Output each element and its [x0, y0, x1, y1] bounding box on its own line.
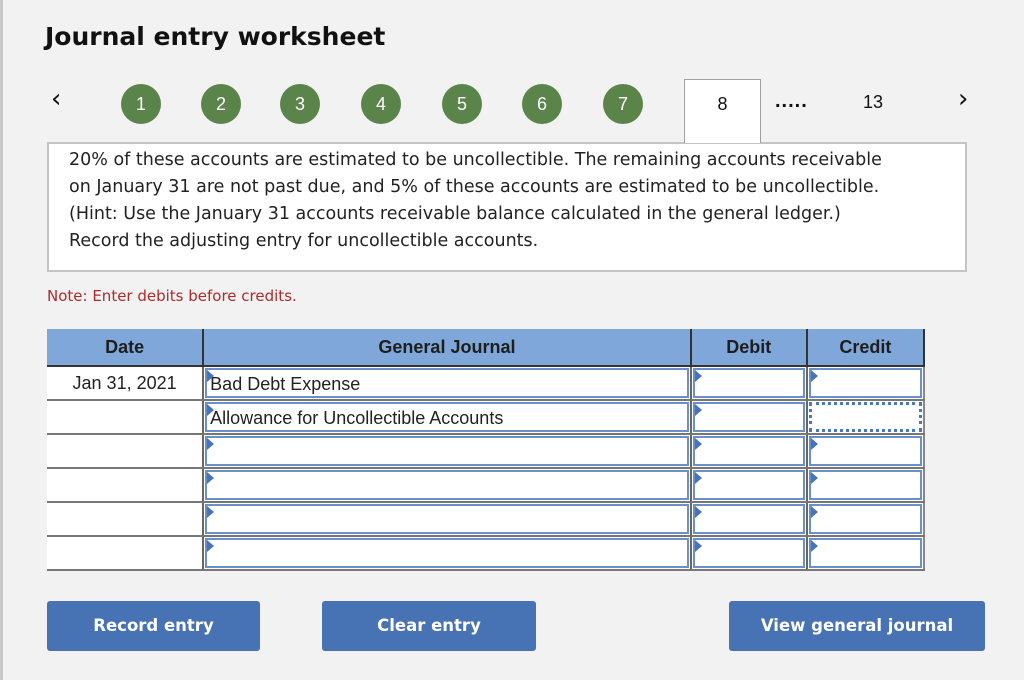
step-5-button[interactable]: 5 — [442, 84, 482, 124]
dropdown-indicator-icon — [207, 506, 215, 518]
account-cell — [203, 434, 692, 469]
record-entry-button[interactable]: Record entry — [47, 601, 260, 651]
debit-cell — [690, 502, 808, 537]
journal-entry-table: Date General Journal Debit Credit Jan 31… — [47, 329, 926, 571]
credit-input[interactable] — [808, 368, 922, 398]
account-input[interactable] — [205, 504, 689, 534]
step-3-button[interactable]: 3 — [280, 84, 320, 124]
account-input[interactable] — [205, 436, 689, 466]
debit-column-header: Debit — [690, 329, 808, 367]
debit-cell — [690, 468, 808, 503]
debit-input[interactable] — [692, 470, 805, 500]
date-cell — [47, 434, 205, 469]
step-6-button[interactable]: 6 — [522, 84, 562, 124]
table-row — [47, 468, 926, 503]
table-header-row: Date General Journal Debit Credit — [47, 329, 926, 367]
table-row — [47, 536, 926, 571]
account-cell — [203, 502, 692, 537]
account-cell — [203, 468, 692, 503]
debit-cell — [690, 434, 808, 469]
dropdown-indicator-icon — [207, 540, 215, 552]
account-input[interactable]: Bad Debt Expense — [205, 368, 689, 398]
table-row — [47, 434, 926, 469]
step-2-button[interactable]: 2 — [201, 84, 241, 124]
general-journal-column-header: General Journal — [203, 329, 692, 367]
debit-input[interactable] — [692, 402, 805, 432]
debit-input[interactable] — [692, 538, 805, 568]
account-input[interactable] — [205, 470, 689, 500]
account-cell: Allowance for Uncollectible Accounts — [203, 400, 692, 435]
dropdown-indicator-icon — [810, 472, 818, 484]
credit-cell — [806, 366, 926, 401]
account-cell: Bad Debt Expense — [203, 366, 692, 401]
table-row — [47, 502, 926, 537]
question-panel[interactable]: 20% of these accounts are estimated to b… — [47, 142, 967, 272]
step-4-button[interactable]: 4 — [361, 84, 401, 124]
step-1-button[interactable]: 1 — [121, 84, 161, 124]
dropdown-indicator-icon — [694, 438, 702, 450]
dropdown-indicator-icon — [810, 438, 818, 450]
step-7-button[interactable]: 7 — [603, 84, 643, 124]
account-input[interactable]: Allowance for Uncollectible Accounts — [205, 402, 689, 432]
credit-cell — [806, 434, 926, 469]
date-column-header: Date — [47, 329, 205, 367]
debit-input[interactable] — [692, 504, 805, 534]
credit-input[interactable] — [808, 436, 922, 466]
date-cell: Jan 31, 2021 — [47, 366, 205, 401]
table-row: Allowance for Uncollectible Accounts — [47, 400, 926, 435]
instruction-note: Note: Enter debits before credits. — [47, 287, 297, 305]
credit-cell — [806, 400, 926, 435]
steps-ellipsis: ..... — [775, 90, 808, 112]
credit-input[interactable] — [808, 402, 922, 432]
account-value: Allowance for Uncollectible Accounts — [210, 408, 504, 428]
account-input[interactable] — [205, 538, 689, 568]
view-general-journal-button[interactable]: View general journal — [729, 601, 985, 651]
date-cell — [47, 502, 205, 537]
page-title: Journal entry worksheet — [45, 22, 386, 51]
dropdown-indicator-icon — [810, 506, 818, 518]
previous-step-chevron-left-icon[interactable]: ‹ — [51, 84, 61, 114]
question-text: 20% of these accounts are estimated to b… — [69, 150, 882, 251]
debit-cell — [690, 536, 808, 571]
dropdown-indicator-icon — [207, 472, 215, 484]
debit-cell — [690, 400, 808, 435]
dropdown-indicator-icon — [694, 540, 702, 552]
account-value: Bad Debt Expense — [210, 374, 361, 394]
account-cell — [203, 536, 692, 571]
dropdown-indicator-icon — [694, 370, 702, 382]
credit-column-header: Credit — [806, 329, 926, 367]
debit-input[interactable] — [692, 436, 805, 466]
date-cell — [47, 400, 205, 435]
date-cell — [47, 468, 205, 503]
dropdown-indicator-icon — [694, 506, 702, 518]
credit-cell — [806, 536, 926, 571]
credit-cell — [806, 468, 926, 503]
dropdown-indicator-icon — [207, 370, 215, 382]
next-step-chevron-right-icon[interactable]: › — [958, 84, 968, 114]
dropdown-indicator-icon — [207, 404, 215, 416]
step-13-button[interactable]: 13 — [863, 92, 883, 113]
date-cell — [47, 536, 205, 571]
clear-entry-button[interactable]: Clear entry — [322, 601, 536, 651]
dropdown-indicator-icon — [207, 438, 215, 450]
dropdown-indicator-icon — [810, 370, 818, 382]
credit-input[interactable] — [808, 538, 922, 568]
credit-input[interactable] — [808, 504, 922, 534]
table-row: Jan 31, 2021 Bad Debt Expense — [47, 366, 926, 401]
dropdown-indicator-icon — [810, 540, 818, 552]
dropdown-indicator-icon — [694, 472, 702, 484]
current-step-tab[interactable]: 8 — [684, 79, 761, 143]
dropdown-indicator-icon — [694, 404, 702, 416]
debit-cell — [690, 366, 808, 401]
credit-input[interactable] — [808, 470, 922, 500]
debit-input[interactable] — [692, 368, 805, 398]
credit-cell — [806, 502, 926, 537]
